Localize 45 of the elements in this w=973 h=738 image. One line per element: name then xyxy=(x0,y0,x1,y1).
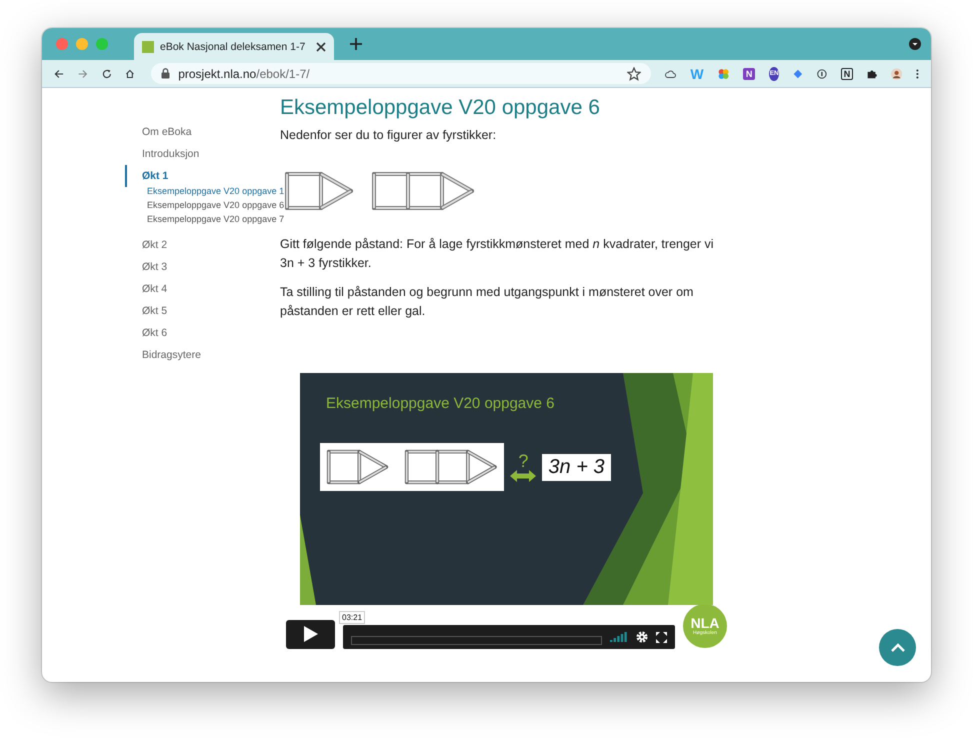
site-favicon-icon xyxy=(142,40,154,52)
menu-icon[interactable] xyxy=(916,66,919,80)
sidebar-item[interactable]: Økt 4 xyxy=(125,278,280,300)
sidebar-item[interactable]: Introduksjon xyxy=(125,143,280,165)
tab-search-icon[interactable] xyxy=(909,38,921,50)
settings-icon[interactable] xyxy=(636,631,648,643)
tab-title: eBok Nasjonal deleksamen 1-7 xyxy=(160,40,306,52)
paragraph-text: Gitt følgende påstand: For å lage fyrstikkmønsteret med n kvadrater, trenger vi 3n + 3 fyrstikker. xyxy=(280,236,715,272)
time-tooltip: 03:21 xyxy=(339,611,366,624)
formula-text: 3n + 3 xyxy=(542,454,611,480)
cloud-icon[interactable] xyxy=(665,68,676,80)
progress-track[interactable] xyxy=(351,636,602,644)
browser-tab[interactable]: eBok Nasjonal deleksamen 1-7 xyxy=(134,33,334,60)
page-title: Eksempeloppgave V20 oppgave 6 xyxy=(280,96,601,120)
matchstick-figure-drawing xyxy=(326,449,390,485)
sidebar-item[interactable]: Økt 1 xyxy=(125,165,280,187)
info-icon[interactable] xyxy=(816,66,827,80)
sidebar-item[interactable]: Bidragsytere xyxy=(125,344,280,366)
paragraph-text: Ta stilling til påstanden og begrunn med utgangspunkt i mønsteret over om påstanden er rett eller gal. xyxy=(280,284,694,320)
sidebar-item[interactable]: Økt 6 xyxy=(125,322,280,344)
sidebar-item[interactable]: Økt 3 xyxy=(125,256,280,278)
chevron-up-icon xyxy=(890,643,904,652)
intro-text: Nedenfor ser du to figurer av fyrstikker: xyxy=(280,127,498,144)
close-icon[interactable] xyxy=(316,42,326,52)
play-button[interactable] xyxy=(286,620,335,648)
extension-button[interactable]: N xyxy=(840,68,854,80)
sidebar-item[interactable]: Økt 5 xyxy=(125,300,280,322)
extension-button[interactable]: N xyxy=(742,68,756,80)
logo-name: NLA xyxy=(690,616,720,630)
slide-title: Eksempeloppgave V20 oppgave 6 xyxy=(326,395,555,412)
play-icon xyxy=(304,626,318,642)
volume-icon[interactable] xyxy=(610,632,628,642)
new-tab-icon[interactable] xyxy=(350,38,362,50)
lock-icon xyxy=(161,68,170,79)
sidebar-item[interactable]: Om eBoka xyxy=(125,121,280,143)
url-text: prosjekt.nla.no/ebok/1-7/ xyxy=(178,66,310,80)
address-bar[interactable]: prosjekt.nla.no/ebok/1-7/ xyxy=(151,63,652,84)
sidebar-item[interactable]: Økt 2 xyxy=(125,234,280,256)
matchstick-figure-drawing xyxy=(284,171,355,211)
question-mark: ? xyxy=(518,452,528,470)
fullscreen-icon[interactable] xyxy=(656,632,667,642)
avatar-icon[interactable] xyxy=(891,66,902,82)
star-icon[interactable] xyxy=(627,66,642,80)
scroll-to-top-button[interactable] xyxy=(879,629,916,666)
double-arrow-icon xyxy=(510,470,536,482)
